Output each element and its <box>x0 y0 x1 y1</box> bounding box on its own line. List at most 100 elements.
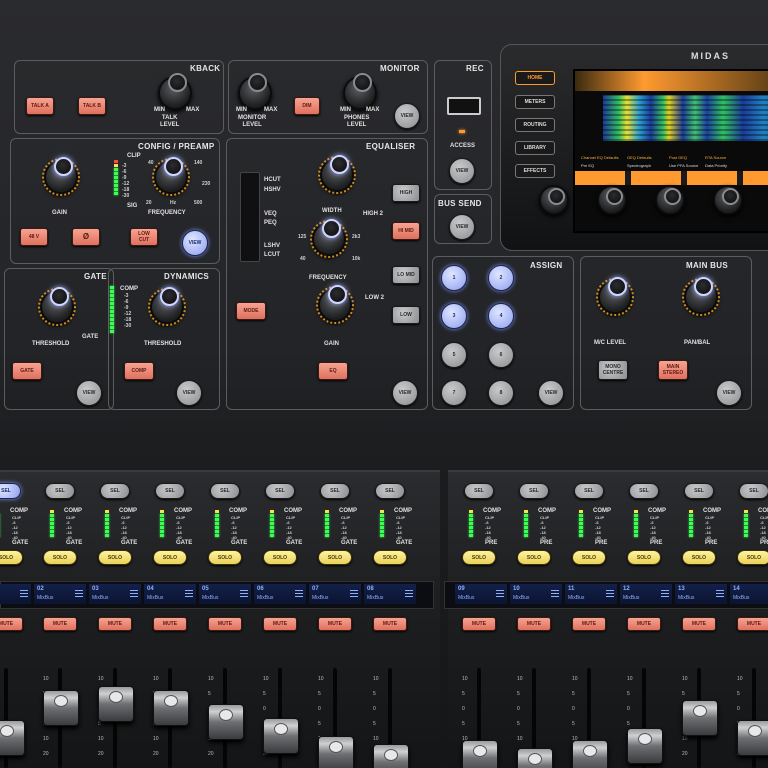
solo-button[interactable]: SOLO <box>98 550 132 565</box>
mute-button[interactable]: MUTE <box>263 617 297 631</box>
channel-fader[interactable] <box>0 720 25 756</box>
dim-button[interactable]: DIM <box>294 97 320 115</box>
sel-button[interactable]: SEL <box>629 483 659 499</box>
sel-button[interactable]: SEL <box>574 483 604 499</box>
channel-fader[interactable] <box>682 700 718 736</box>
sel-button[interactable]: SEL <box>155 483 185 499</box>
channel-fader[interactable] <box>318 736 354 768</box>
main-stereo-button[interactable]: MAIN STEREO <box>658 360 688 380</box>
channel-fader[interactable] <box>153 690 189 726</box>
mute-button[interactable]: MUTE <box>462 617 496 631</box>
sel-button[interactable]: SEL <box>210 483 240 499</box>
screen-encoder-3[interactable] <box>655 185 685 215</box>
meters-button[interactable]: METERS <box>515 95 555 109</box>
sel-button[interactable]: SEL <box>739 483 768 499</box>
channel-fader[interactable] <box>627 728 663 764</box>
frequency-knob[interactable] <box>152 156 190 196</box>
eq-high-button[interactable]: HIGH <box>392 184 420 202</box>
sel-button[interactable]: SEL <box>265 483 295 499</box>
mute-button[interactable]: MUTE <box>627 617 661 631</box>
comp-threshold-knob[interactable] <box>148 286 186 326</box>
channel-fader[interactable] <box>98 686 134 722</box>
sel-button[interactable]: SEL <box>100 483 130 499</box>
assign-button-2[interactable]: 2 <box>488 265 514 291</box>
eq-frequency-knob[interactable] <box>310 218 348 258</box>
gate-button[interactable]: GATE <box>12 362 42 380</box>
library-button[interactable]: LIBRARY <box>515 141 555 155</box>
channel-fader[interactable] <box>737 720 768 756</box>
solo-button[interactable]: SOLO <box>517 550 551 565</box>
rec-view-button[interactable]: VIEW <box>449 158 475 184</box>
solo-button[interactable]: SOLO <box>263 550 297 565</box>
home-button[interactable]: HOME <box>515 71 555 85</box>
mute-button[interactable]: MUTE <box>737 617 768 631</box>
pan-bal-knob[interactable] <box>682 276 720 316</box>
sel-button[interactable]: SEL <box>464 483 494 499</box>
assign-button-3[interactable]: 3 <box>441 303 467 329</box>
eq-low-button[interactable]: LOW <box>392 306 420 324</box>
mute-button[interactable]: MUTE <box>373 617 407 631</box>
assign-button-1[interactable]: 1 <box>441 265 467 291</box>
mute-button[interactable]: MUTE <box>572 617 606 631</box>
phantom-48v-button[interactable]: 48 V <box>20 228 48 246</box>
mute-button[interactable]: MUTE <box>208 617 242 631</box>
monitor-level-knob[interactable] <box>238 72 272 110</box>
mute-button[interactable]: MUTE <box>43 617 77 631</box>
assign-button-6[interactable]: 6 <box>488 342 514 368</box>
channel-fader[interactable] <box>373 744 409 768</box>
low-cut-button[interactable]: LOW CUT <box>130 228 158 246</box>
talk-a-button[interactable]: TALK A <box>26 97 54 115</box>
mute-button[interactable]: MUTE <box>517 617 551 631</box>
mc-level-knob[interactable] <box>596 276 634 316</box>
assign-button-4[interactable]: 4 <box>488 303 514 329</box>
gain-knob[interactable] <box>42 156 80 196</box>
talk-level-knob[interactable] <box>158 72 192 110</box>
main-bus-view-button[interactable]: VIEW <box>716 380 742 406</box>
solo-button[interactable]: SOLO <box>208 550 242 565</box>
monitor-view-button[interactable]: VIEW <box>394 103 420 129</box>
solo-button[interactable]: SOLO <box>318 550 352 565</box>
mono-centre-button[interactable]: MONO CENTRE <box>598 360 628 380</box>
sel-button[interactable]: SEL <box>684 483 714 499</box>
routing-button[interactable]: ROUTING <box>515 118 555 132</box>
dynamics-view-button[interactable]: VIEW <box>176 380 202 406</box>
eq-hi-mid-button[interactable]: HI MID <box>392 222 420 240</box>
screen-encoder-2[interactable] <box>597 185 627 215</box>
comp-button[interactable]: COMP <box>124 362 154 380</box>
phase-button[interactable]: Ø <box>72 228 100 246</box>
assign-view-button[interactable]: VIEW <box>538 380 564 406</box>
solo-button[interactable]: SOLO <box>627 550 661 565</box>
bus-send-view-button[interactable]: VIEW <box>449 214 475 240</box>
solo-button[interactable]: SOLO <box>682 550 716 565</box>
channel-fader[interactable] <box>43 690 79 726</box>
sel-button[interactable]: SEL <box>45 483 75 499</box>
solo-button[interactable]: SOLO <box>373 550 407 565</box>
solo-button[interactable]: SOLO <box>153 550 187 565</box>
gate-threshold-knob[interactable] <box>38 286 76 326</box>
eq-mode-button[interactable]: MODE <box>236 302 266 320</box>
eq-gain-knob[interactable] <box>316 284 354 324</box>
mute-button[interactable]: MUTE <box>318 617 352 631</box>
eq-width-knob[interactable] <box>318 154 356 194</box>
effects-button[interactable]: EFFECTS <box>515 164 555 178</box>
gate-view-button[interactable]: VIEW <box>76 380 102 406</box>
config-view-button[interactable]: VIEW <box>182 230 208 256</box>
sel-button[interactable]: SEL <box>320 483 350 499</box>
assign-button-8[interactable]: 8 <box>488 380 514 406</box>
solo-button[interactable]: SOLO <box>737 550 768 565</box>
assign-button-5[interactable]: 5 <box>441 342 467 368</box>
channel-fader[interactable] <box>208 704 244 740</box>
mute-button[interactable]: MUTE <box>682 617 716 631</box>
talk-b-button[interactable]: TALK B <box>78 97 106 115</box>
mute-button[interactable]: MUTE <box>0 617 23 631</box>
phones-level-knob[interactable] <box>343 72 377 110</box>
eq-view-button[interactable]: VIEW <box>392 380 418 406</box>
sel-button[interactable]: SEL <box>0 483 21 499</box>
channel-fader[interactable] <box>572 740 608 768</box>
mute-button[interactable]: MUTE <box>153 617 187 631</box>
solo-button[interactable]: SOLO <box>462 550 496 565</box>
solo-button[interactable]: SOLO <box>0 550 23 565</box>
screen-encoder-4[interactable] <box>713 185 743 215</box>
eq-in-button[interactable]: EQ <box>318 362 348 380</box>
sel-button[interactable]: SEL <box>375 483 405 499</box>
